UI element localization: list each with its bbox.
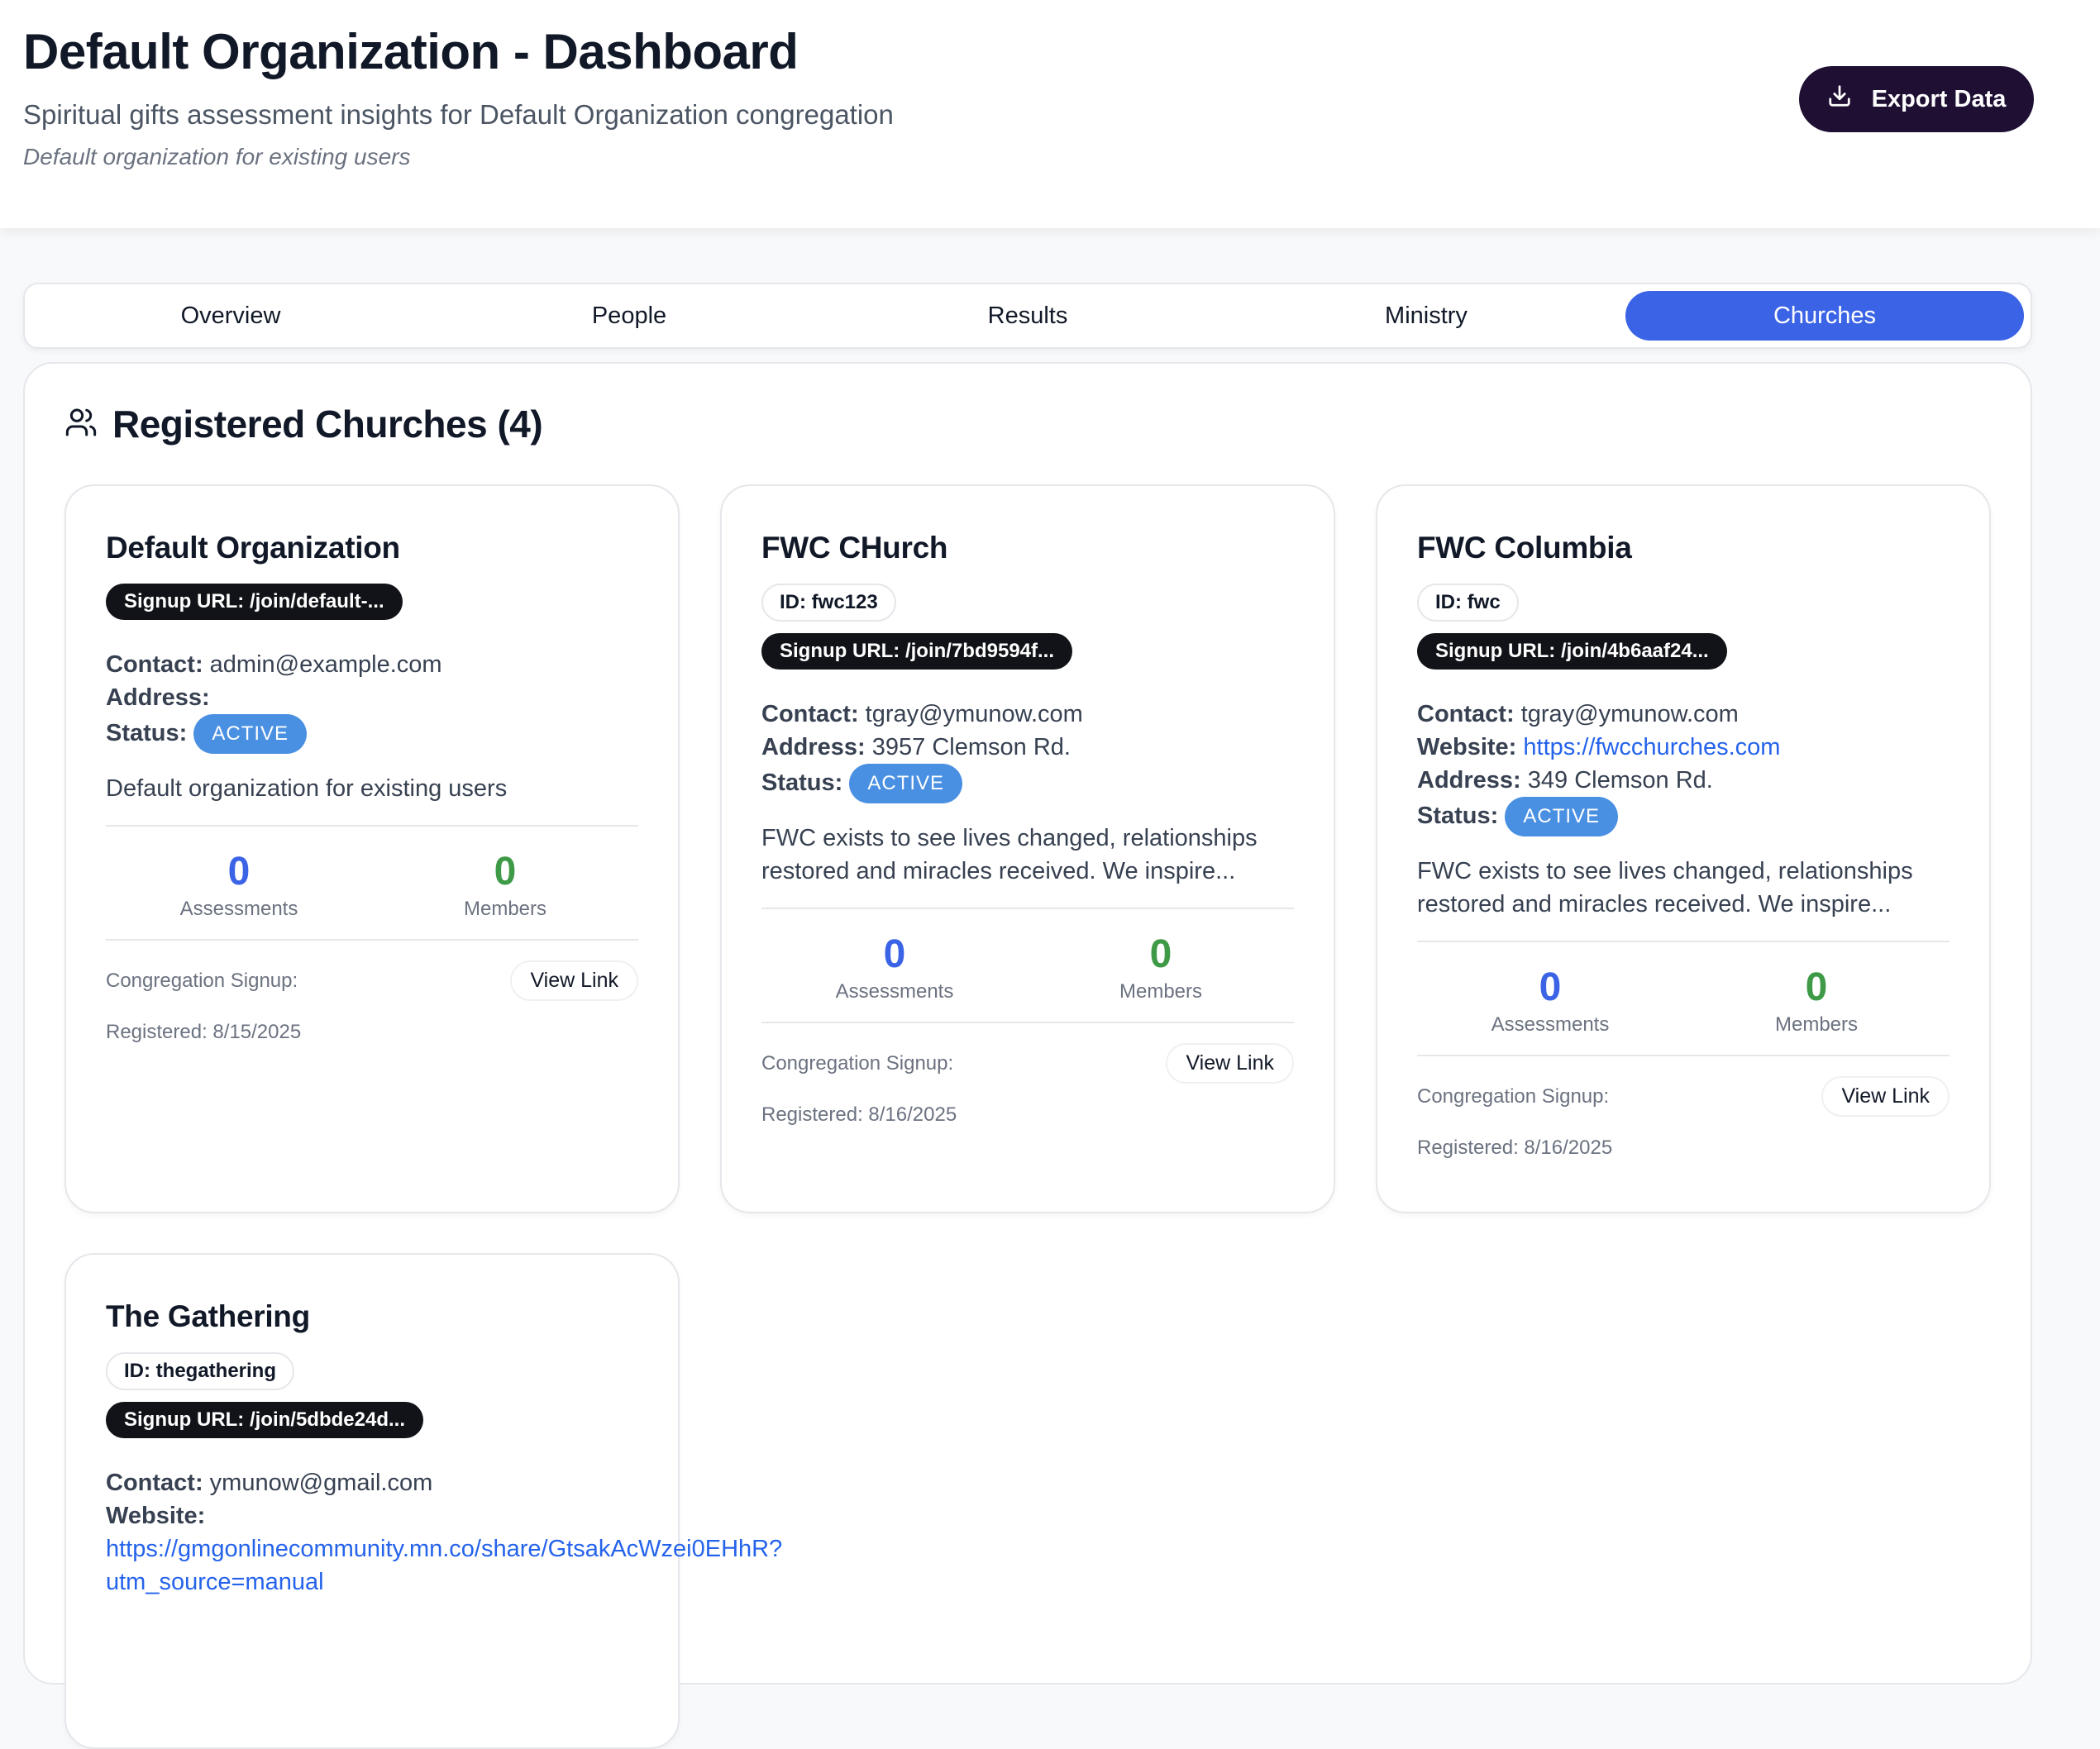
contact-field: Contact: tgray@ymunow.com (761, 701, 1083, 727)
contact-field: Contact: tgray@ymunow.com (1417, 701, 1739, 727)
page-tagline: Default organization for existing users (23, 144, 411, 169)
tab-overview[interactable]: Overview (31, 291, 430, 341)
view-link-button[interactable]: View Link (510, 960, 638, 1001)
address-value: 3957 Clemson Rd. (871, 734, 1071, 760)
members-count: 0 (1149, 932, 1172, 976)
status-badge: ACTIVE (849, 764, 963, 803)
divider (761, 1022, 1294, 1023)
assessments-count: 0 (883, 932, 906, 976)
contact-value: tgray@ymunow.com (1520, 701, 1739, 727)
assessments-count: 0 (1539, 965, 1562, 1009)
users-icon (64, 406, 98, 443)
church-name: FWC Columbia (1417, 531, 1632, 565)
status-field: Status: ACTIVE (761, 764, 1294, 803)
members-stat: 0 Members (1683, 965, 1950, 1037)
members-count: 0 (1805, 965, 1828, 1009)
members-stat: 0 Members (1028, 932, 1294, 1003)
tab-results[interactable]: Results (828, 291, 1227, 341)
status-field: Status: ACTIVE (106, 714, 638, 754)
registered-date: Registered: 8/15/2025 (106, 1021, 302, 1043)
divider (106, 939, 638, 941)
website-link[interactable]: https://gmgonlinecommunity.mn.co/share/G… (106, 1532, 782, 1599)
congregation-signup-label: Congregation Signup: (1417, 1084, 1610, 1108)
contact-field: Contact: admin@example.com (106, 651, 442, 678)
assessments-label: Assessments (179, 898, 298, 920)
church-name: FWC CHurch (761, 531, 948, 565)
church-stats: 0 Assessments 0 Members (1417, 942, 1950, 1055)
signup-url-badge: Signup URL: /join/7bd9594f... (761, 633, 1073, 670)
signup-url-badge: Signup URL: /join/default-... (106, 584, 403, 620)
contact-field: Contact: ymunow@gmail.com (106, 1470, 433, 1496)
view-link-button[interactable]: View Link (1821, 1076, 1950, 1117)
view-link-button[interactable]: View Link (1166, 1043, 1294, 1084)
signup-url-badge: Signup URL: /join/5dbde24d... (106, 1402, 423, 1438)
congregation-signup-row: Congregation Signup: View Link (761, 1043, 1294, 1084)
page-subtitle: Spiritual gifts assessment insights for … (23, 99, 894, 130)
assessments-label: Assessments (1491, 1013, 1610, 1036)
website-field: Website: https://fwcchurches.com (1417, 734, 1781, 760)
church-name: The Gathering (106, 1299, 310, 1333)
church-id-badge: ID: thegathering (106, 1352, 294, 1390)
tab-churches[interactable]: Churches (1625, 291, 2024, 341)
church-card: FWC Columbia ID: fwc Signup URL: /join/4… (1376, 484, 1991, 1213)
churches-panel: Registered Churches (4) Default Organiza… (23, 362, 2032, 1749)
congregation-signup-row: Congregation Signup: View Link (106, 960, 638, 1001)
church-name: Default Organization (106, 531, 400, 565)
page-title: Default Organization - Dashboard (23, 24, 799, 79)
website-link[interactable]: https://fwcchurches.com (1523, 734, 1780, 760)
address-field: Address: 3957 Clemson Rd. (761, 734, 1071, 760)
congregation-signup-label: Congregation Signup: (761, 1051, 954, 1075)
assessments-stat: 0 Assessments (761, 932, 1028, 1003)
website-field: Website: (106, 1503, 206, 1529)
divider (1417, 1055, 1950, 1056)
church-description: FWC exists to see lives changed, relatio… (761, 825, 1258, 884)
tab-people[interactable]: People (430, 291, 828, 341)
assessments-count: 0 (227, 850, 251, 894)
members-stat: 0 Members (372, 850, 638, 921)
members-label: Members (1774, 1013, 1859, 1036)
members-label: Members (463, 898, 547, 920)
address-value: 349 Clemson Rd. (1527, 767, 1713, 793)
church-description: Default organization for existing users (106, 775, 508, 802)
members-label: Members (1119, 980, 1203, 1003)
export-data-label: Export Data (1871, 85, 2007, 112)
page-header: Default Organization - Dashboard Spiritu… (0, 0, 2100, 228)
church-card: FWC CHurch ID: fwc123 Signup URL: /join/… (720, 484, 1335, 1213)
church-card: The Gathering ID: thegathering Signup UR… (64, 1253, 782, 1749)
assessments-label: Assessments (835, 980, 954, 1003)
church-id-badge: ID: fwc (1417, 584, 1519, 622)
church-stats: 0 Assessments 0 Members (761, 909, 1294, 1022)
registered-date: Registered: 8/16/2025 (1417, 1137, 1613, 1159)
address-field: Address: 349 Clemson Rd. (1417, 767, 1713, 793)
tab-ministry[interactable]: Ministry (1227, 291, 1625, 341)
panel-title: Registered Churches (4) (112, 403, 543, 446)
export-data-button[interactable]: Export Data (1799, 66, 2034, 132)
contact-value: ymunow@gmail.com (209, 1470, 433, 1496)
church-stats: 0 Assessments 0 Members (106, 827, 638, 939)
church-card: Default Organization Signup URL: /join/d… (64, 484, 680, 1213)
status-badge: ACTIVE (1505, 797, 1619, 836)
congregation-signup-row: Congregation Signup: View Link (1417, 1076, 1950, 1117)
dashboard-tabs: Overview People Results Ministry Churche… (23, 283, 2032, 349)
contact-value: admin@example.com (209, 651, 442, 678)
congregation-signup-label: Congregation Signup: (106, 969, 298, 992)
signup-url-badge: Signup URL: /join/4b6aaf24... (1417, 633, 1727, 670)
church-description: FWC exists to see lives changed, relatio… (1417, 858, 1913, 917)
contact-value: tgray@ymunow.com (865, 701, 1083, 727)
church-id-badge: ID: fwc123 (761, 584, 896, 622)
status-field: Status: ACTIVE (1417, 797, 1950, 836)
assessments-stat: 0 Assessments (106, 850, 372, 921)
address-field: Address: (106, 684, 210, 711)
members-count: 0 (494, 850, 517, 894)
panel-header: Registered Churches (4) (64, 402, 543, 446)
download-icon (1827, 83, 1852, 115)
registered-date: Registered: 8/16/2025 (761, 1103, 957, 1126)
assessments-stat: 0 Assessments (1417, 965, 1683, 1037)
status-badge: ACTIVE (193, 714, 308, 754)
